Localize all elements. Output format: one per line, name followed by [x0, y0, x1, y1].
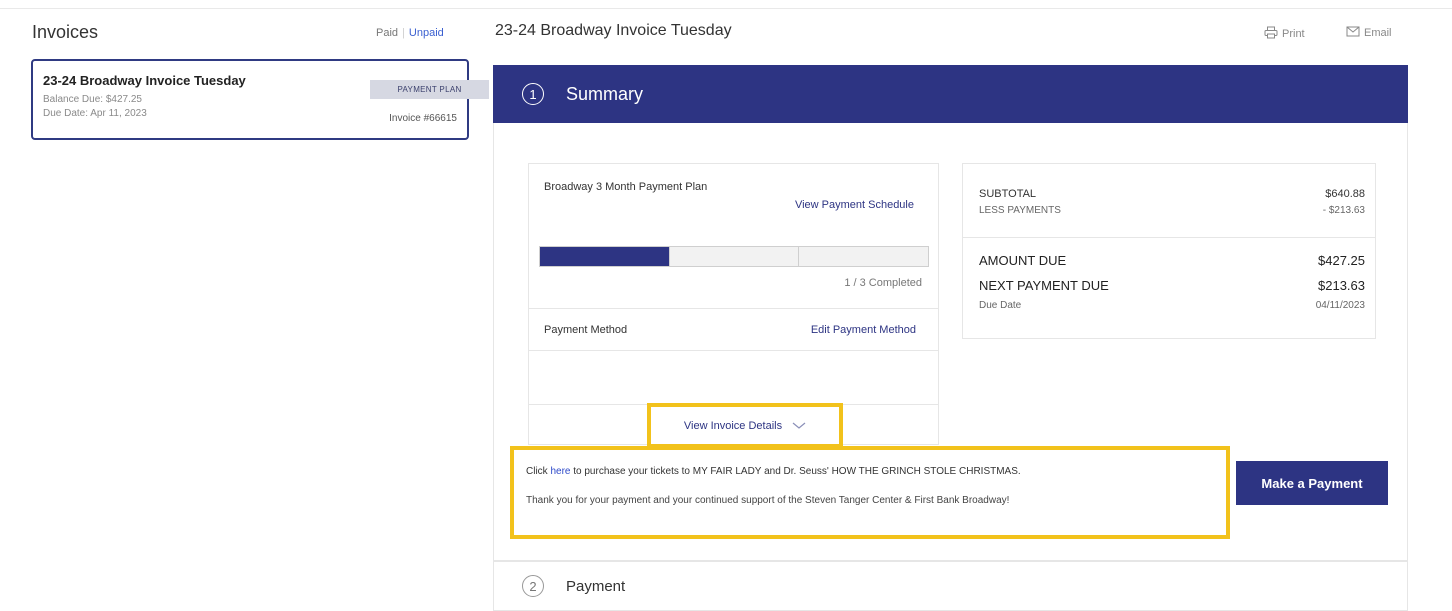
- email-label: Email: [1364, 27, 1392, 39]
- invoice-name: 23-24 Broadway Invoice Tuesday: [43, 73, 246, 88]
- summary-label: Summary: [566, 83, 644, 104]
- subtotal-value: $640.88: [1325, 188, 1365, 200]
- filter-separator: |: [402, 27, 405, 39]
- view-invoice-details-label: View Invoice Details: [683, 419, 783, 432]
- step-number-1: 1: [522, 83, 544, 105]
- amount-due-label: AMOUNT DUE: [979, 253, 1067, 268]
- payment-step-header[interactable]: 2 Payment: [493, 561, 1408, 611]
- filter-unpaid[interactable]: Unpaid: [409, 27, 444, 39]
- promo-here-link[interactable]: here: [550, 466, 570, 477]
- payment-step-label: Payment: [566, 577, 626, 595]
- chevron-down-icon: [792, 417, 806, 435]
- thank-you-message: Thank you for your payment and your cont…: [526, 495, 1010, 506]
- print-button[interactable]: Print: [1264, 26, 1305, 42]
- subtotal-label: SUBTOTAL: [979, 188, 1037, 200]
- progress-segment-pending: [670, 247, 800, 266]
- promo-prefix: Click: [526, 466, 548, 477]
- invoices-title: Invoices: [32, 22, 99, 42]
- email-button[interactable]: Email: [1346, 26, 1392, 40]
- edit-payment-method-link[interactable]: Edit Payment Method: [811, 324, 916, 336]
- divider: [963, 237, 1375, 238]
- less-payments-value: - $213.63: [1322, 205, 1365, 216]
- subtotal-row: SUBTOTAL $640.88: [979, 188, 1365, 200]
- amount-due-row: AMOUNT DUE $427.25: [979, 253, 1365, 268]
- progress-text: 1 / 3 Completed: [844, 277, 922, 289]
- next-payment-row: NEXT PAYMENT DUE $213.63: [979, 278, 1365, 293]
- top-divider: [0, 8, 1452, 9]
- due-date-value: 04/11/2023: [1315, 300, 1365, 311]
- totals-card: SUBTOTAL $640.88 LESS PAYMENTS - $213.63…: [962, 163, 1376, 339]
- divider: [529, 350, 938, 351]
- promo-line-1: Click here to purchase your tickets to M…: [526, 466, 1021, 477]
- divider: [529, 308, 938, 309]
- invoice-filter: Paid | Unpaid: [376, 27, 444, 39]
- next-payment-value: $213.63: [1318, 278, 1365, 293]
- invoice-balance-due: Balance Due: $427.25: [43, 94, 142, 105]
- progress-segment-completed: [540, 247, 670, 266]
- print-label: Print: [1282, 28, 1305, 40]
- less-payments-label: LESS PAYMENTS: [979, 205, 1061, 216]
- less-payments-row: LESS PAYMENTS - $213.63: [979, 205, 1365, 216]
- step-number-2: 2: [522, 575, 544, 597]
- promo-message: Click here to purchase your tickets to M…: [510, 446, 1230, 539]
- next-payment-label: NEXT PAYMENT DUE: [979, 278, 1109, 293]
- view-invoice-details-toggle[interactable]: View Invoice Details: [647, 403, 843, 448]
- payment-method-label: Payment Method: [544, 324, 628, 336]
- envelope-icon: [1346, 26, 1360, 40]
- summary-step-header[interactable]: 1 Summary: [493, 65, 1408, 123]
- due-date-label: Due Date: [979, 300, 1022, 311]
- make-payment-button[interactable]: Make a Payment: [1236, 461, 1388, 505]
- invoice-detail-title: 23-24 Broadway Invoice Tuesday: [495, 22, 732, 39]
- printer-icon: [1264, 26, 1278, 42]
- invoice-number: Invoice #66615: [389, 113, 457, 124]
- plan-progress-bar: [539, 246, 929, 267]
- progress-segment-pending: [799, 247, 928, 266]
- view-payment-schedule-link[interactable]: View Payment Schedule: [795, 199, 914, 211]
- amount-due-value: $427.25: [1318, 253, 1365, 268]
- invoice-list-item[interactable]: 23-24 Broadway Invoice Tuesday Balance D…: [31, 59, 489, 140]
- plan-name: Broadway 3 Month Payment Plan: [544, 181, 708, 193]
- due-date-row: Due Date 04/11/2023: [979, 300, 1365, 311]
- promo-suffix: to purchase your tickets to MY FAIR LADY…: [573, 466, 1021, 477]
- filter-paid[interactable]: Paid: [376, 27, 398, 39]
- payment-plan-badge: PAYMENT PLAN: [370, 80, 489, 99]
- invoice-due-date: Due Date: Apr 11, 2023: [43, 108, 147, 119]
